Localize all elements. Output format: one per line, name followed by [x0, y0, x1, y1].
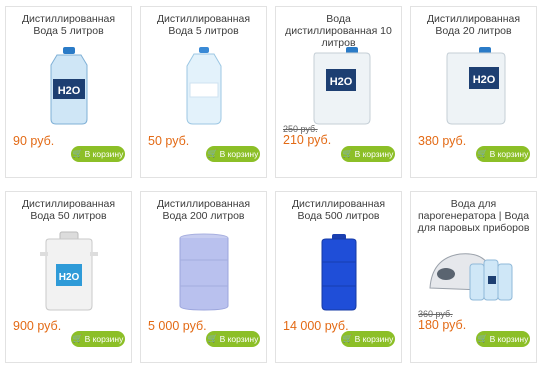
product-price: 5 000 руб.: [148, 319, 207, 333]
product-title[interactable]: Дистиллированная Вода 5 литров: [10, 13, 127, 37]
product-title[interactable]: Дистиллированная Вода 500 литров: [280, 198, 397, 222]
product-title[interactable]: Вода дистиллированная 10 литров: [280, 13, 397, 49]
product-price: 180 руб.: [418, 318, 467, 332]
cart-icon: 🛒: [207, 334, 218, 343]
product-title[interactable]: Дистиллированная Вода 5 литров: [145, 13, 262, 37]
product-card[interactable]: Вода дистиллированная 10 литров H2O 250 …: [275, 6, 402, 178]
product-price: 210 руб.: [283, 133, 332, 147]
cart-icon: 🛒: [477, 334, 488, 343]
product-card[interactable]: Дистиллированная Вода 5 литров H2O 90 ру…: [5, 6, 132, 178]
add-to-cart-button[interactable]: 🛒 В корзину: [476, 331, 530, 347]
product-image[interactable]: H2O: [411, 45, 536, 127]
cart-icon: 🛒: [477, 149, 488, 158]
product-image[interactable]: H2O: [6, 230, 131, 312]
product-image[interactable]: [141, 230, 266, 312]
product-title[interactable]: Дистиллированная Вода 200 литров: [145, 198, 262, 222]
cart-icon: 🛒: [207, 149, 218, 158]
add-to-cart-button[interactable]: 🛒 В корзину: [71, 331, 125, 347]
svg-text:H2O: H2O: [57, 85, 80, 97]
product-card[interactable]: Дистиллированная Вода 50 литров H2O 900 …: [5, 191, 132, 363]
cart-icon: 🛒: [72, 334, 83, 343]
product-image[interactable]: [411, 236, 536, 306]
product-price: 380 руб.: [418, 134, 467, 148]
product-image[interactable]: [276, 230, 401, 312]
product-price: 14 000 руб.: [283, 319, 349, 333]
product-image[interactable]: H2O: [6, 45, 131, 127]
product-image[interactable]: H2O: [276, 45, 401, 127]
svg-text:H2O: H2O: [329, 76, 352, 88]
add-to-cart-button[interactable]: 🛒 В корзину: [206, 146, 260, 162]
add-to-cart-button[interactable]: 🛒 В корзину: [476, 146, 530, 162]
product-title[interactable]: Дистиллированная Вода 50 литров: [10, 198, 127, 222]
product-image[interactable]: [141, 45, 266, 127]
product-title[interactable]: Дистиллированная Вода 20 литров: [415, 13, 532, 37]
add-to-cart-button[interactable]: 🛒 В корзину: [71, 146, 125, 162]
add-to-cart-button[interactable]: 🛒 В корзину: [341, 146, 395, 162]
cart-icon: 🛒: [342, 149, 353, 158]
svg-text:H2O: H2O: [58, 272, 79, 283]
product-price: 90 руб.: [13, 134, 55, 148]
add-to-cart-button[interactable]: 🛒 В корзину: [341, 331, 395, 347]
cart-icon: 🛒: [342, 334, 353, 343]
add-to-cart-button[interactable]: 🛒 В корзину: [206, 331, 260, 347]
product-card[interactable]: Дистиллированная Вода 20 литров H2O 380 …: [410, 6, 537, 178]
svg-text:H2O: H2O: [472, 74, 495, 86]
product-card[interactable]: Вода для парогенератора | Вода для паров…: [410, 191, 537, 363]
product-card[interactable]: Дистиллированная Вода 200 литров 5 000 р…: [140, 191, 267, 363]
cart-icon: 🛒: [72, 149, 83, 158]
product-price: 900 руб.: [13, 319, 62, 333]
product-title[interactable]: Вода для парогенератора | Вода для паров…: [415, 198, 532, 234]
product-price: 50 руб.: [148, 134, 190, 148]
product-card[interactable]: Дистиллированная Вода 500 литров 14 000 …: [275, 191, 402, 363]
product-card[interactable]: Дистиллированная Вода 5 литров 50 руб. 🛒…: [140, 6, 267, 178]
